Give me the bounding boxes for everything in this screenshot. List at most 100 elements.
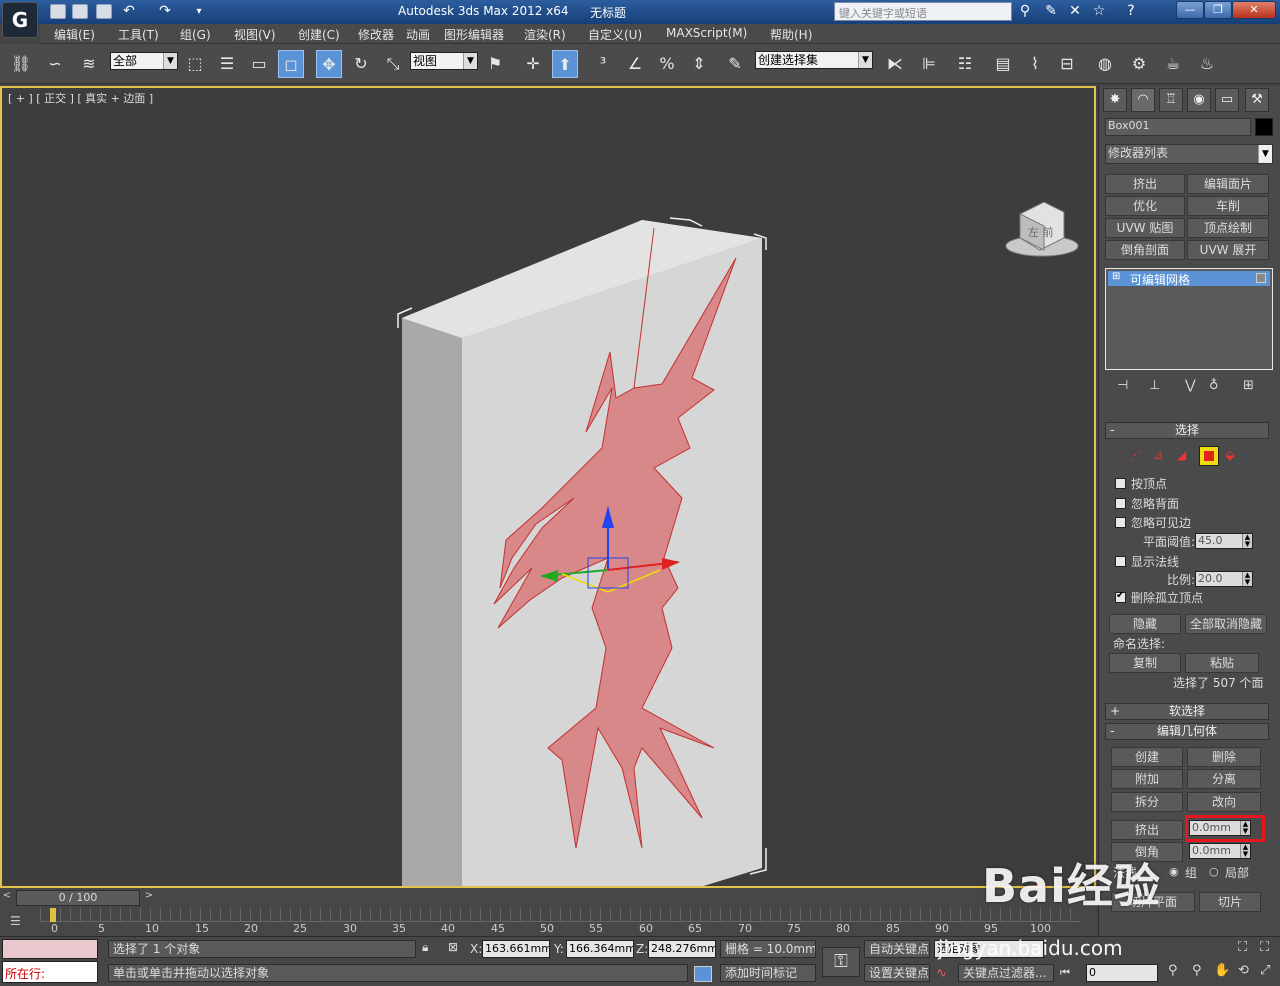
menu-edit[interactable]: 编辑(E) [54, 26, 95, 43]
current-frame-field[interactable]: 0 [1086, 964, 1158, 982]
angle-snap-icon[interactable]: ∠ [622, 50, 648, 78]
save-icon[interactable] [96, 4, 112, 19]
modifier-extrude-button[interactable]: 挤出 [1105, 174, 1185, 194]
perspective-viewport[interactable]: [ + ] [ 正交 ] [ 真实 + 边面 ] 左 前 [0, 86, 1096, 888]
selection-filter-dropdown[interactable]: 全部 ▼ [110, 52, 178, 70]
modifier-edit-patch-button[interactable]: 编辑面片 [1187, 174, 1269, 194]
menu-modifiers[interactable]: 修改器 [358, 26, 394, 43]
edit-named-selection-icon[interactable]: ✎ [722, 50, 748, 78]
rectangular-selection-icon[interactable]: ▭ [246, 50, 272, 78]
spinner-arrows-icon[interactable]: ▲ ▼ [1242, 572, 1252, 586]
add-time-tag-button[interactable]: 添加时间标记 [720, 964, 816, 982]
percent-snap-icon[interactable]: % [654, 50, 680, 78]
current-frame-marker[interactable] [50, 908, 56, 922]
maximize-button[interactable]: ❐ [1204, 1, 1232, 19]
slice-button[interactable]: 切片 [1199, 892, 1261, 912]
rendered-frame-window-icon[interactable]: ☕ [1160, 50, 1186, 78]
normal-scale-spinner[interactable]: 20.0 ▲ ▼ [1195, 571, 1253, 587]
configure-sets-icon[interactable]: ⊞ [1243, 378, 1254, 393]
render-production-icon[interactable]: ♨ [1194, 50, 1220, 78]
select-and-move-icon[interactable]: ✥ [316, 50, 342, 78]
reference-coordinate-dropdown[interactable]: 视图 ▼ [410, 52, 478, 70]
planar-threshold-spinner[interactable]: 45.0 ▲ ▼ [1195, 533, 1253, 549]
by-vertex-checkbox[interactable] [1115, 478, 1126, 489]
auto-key-button[interactable]: 自动关键点 [864, 940, 930, 958]
menu-tools[interactable]: 工具(T) [118, 26, 159, 43]
delete-button[interactable]: 删除 [1187, 747, 1261, 767]
vertex-level-icon[interactable]: ⋰ [1129, 448, 1141, 462]
key-icon[interactable]: ⚿ [822, 947, 860, 977]
selection-rollout-header[interactable]: - 选择 [1105, 422, 1269, 439]
zoom-extents-all-icon[interactable]: ⛶ [1260, 940, 1269, 955]
key-filter-curve-icon[interactable]: ∿ [936, 966, 947, 981]
modifier-bevel-profile-button[interactable]: 倒角剖面 [1105, 240, 1185, 260]
object-color-swatch[interactable]: #000000 [1255, 118, 1273, 136]
delete-isolated-checkbox[interactable] [1115, 590, 1126, 603]
menu-maxscript[interactable]: MAXScript(M) [666, 26, 747, 40]
key-filters-button[interactable]: 关键点过滤器... [958, 964, 1054, 982]
lock-selection-icon[interactable]: 🔒︎ [422, 940, 428, 955]
curve-editor-icon[interactable]: ⌇ [1022, 50, 1048, 78]
bevel-amount-spinner[interactable]: 0.0mm ▲ ▼ [1189, 843, 1251, 859]
modifier-list-dropdown[interactable]: 修改器列表 ▼ [1105, 144, 1273, 164]
zoom-icon[interactable]: ⚲ [1168, 963, 1178, 978]
break-button[interactable]: 拆分 [1111, 792, 1183, 812]
time-slider-left-icon[interactable]: < [0, 890, 14, 906]
edge-level-icon[interactable]: ⊿ [1153, 448, 1163, 462]
y-coordinate-field[interactable]: 166.364mm [566, 940, 634, 958]
menu-animation[interactable]: 动画 [406, 26, 430, 43]
spinner-snap-icon[interactable]: ⇕ [686, 50, 712, 78]
group-radio[interactable]: ◉ [1169, 865, 1179, 878]
select-by-name-icon[interactable]: ☰ [214, 50, 240, 78]
pan-view-icon[interactable]: ✋ [1214, 963, 1230, 978]
paste-button[interactable]: 粘贴 [1185, 653, 1259, 673]
menu-group[interactable]: 组(G) [180, 26, 211, 43]
undo-icon[interactable]: ↶ [120, 3, 138, 20]
detach-button[interactable]: 分离 [1187, 769, 1261, 789]
ignore-visible-edges-checkbox[interactable] [1115, 517, 1126, 528]
unlink-icon[interactable]: ∽ [42, 50, 68, 78]
schematic-view-icon[interactable]: ⊟ [1054, 50, 1080, 78]
attach-button[interactable]: 附加 [1111, 769, 1183, 789]
binoculars-icon[interactable]: ⚲ [1016, 3, 1034, 20]
new-file-icon[interactable] [50, 4, 66, 19]
render-setup-icon[interactable]: ⚙ [1126, 50, 1152, 78]
select-and-rotate-icon[interactable]: ↻ [348, 50, 374, 78]
select-and-link-icon[interactable]: ⛓ [8, 50, 34, 78]
go-to-start-icon[interactable]: ⏮ [1060, 966, 1070, 980]
x-coordinate-field[interactable]: 163.661mm [482, 940, 550, 958]
hide-button[interactable]: 隐藏 [1109, 614, 1181, 634]
show-normals-checkbox[interactable] [1115, 556, 1126, 567]
subscription-icon[interactable]: ✎ [1042, 3, 1060, 20]
quick-access-dropdown-icon[interactable]: ▾ [190, 3, 208, 20]
menu-views[interactable]: 视图(V) [234, 26, 276, 43]
time-tag-icon[interactable] [694, 966, 712, 982]
time-slider[interactable]: 0 / 100 [16, 890, 140, 906]
expand-plus-icon[interactable]: ⊞ [1112, 271, 1120, 282]
snaps-toggle-icon[interactable]: ³ [590, 50, 616, 78]
graphite-ribbon-icon[interactable]: ▤ [990, 50, 1016, 78]
turn-button[interactable]: 改向 [1187, 792, 1261, 812]
select-object-icon[interactable]: ⬚ [182, 50, 208, 78]
pivot-center-icon[interactable]: ⚑ [482, 50, 508, 78]
modifier-lathe-button[interactable]: 车削 [1187, 196, 1269, 216]
communication-icon[interactable]: ✕ [1066, 3, 1084, 20]
keyboard-shortcut-override-icon[interactable]: ⬆ [552, 50, 578, 78]
select-and-manipulate-icon[interactable]: ✛ [520, 50, 546, 78]
open-file-icon[interactable] [72, 4, 88, 19]
menu-help[interactable]: 帮助(H) [770, 26, 812, 43]
bind-space-warp-icon[interactable]: ≋ [76, 50, 102, 78]
unhide-all-button[interactable]: 全部取消隐藏 [1185, 614, 1267, 634]
zoom-all-icon[interactable]: ⚲ [1192, 963, 1202, 978]
minimize-button[interactable]: — [1176, 1, 1204, 19]
modifier-unwrap-uvw-button[interactable]: UVW 展开 [1187, 240, 1269, 260]
stack-item-editable-mesh[interactable]: ⊞ 可编辑网格 [1108, 271, 1270, 287]
maxscript-listener-mini[interactable] [2, 939, 98, 959]
material-editor-icon[interactable]: ◍ [1092, 50, 1118, 78]
menu-create[interactable]: 创建(C) [298, 26, 340, 43]
spinner-arrows-icon[interactable]: ▲ ▼ [1242, 534, 1252, 548]
orbit-icon[interactable]: ⟲ [1238, 963, 1249, 978]
object-name-field[interactable]: Box001 [1105, 118, 1251, 136]
remove-modifier-icon[interactable]: ♁ [1209, 378, 1219, 393]
show-end-result-icon[interactable]: ⊥ [1149, 378, 1160, 393]
